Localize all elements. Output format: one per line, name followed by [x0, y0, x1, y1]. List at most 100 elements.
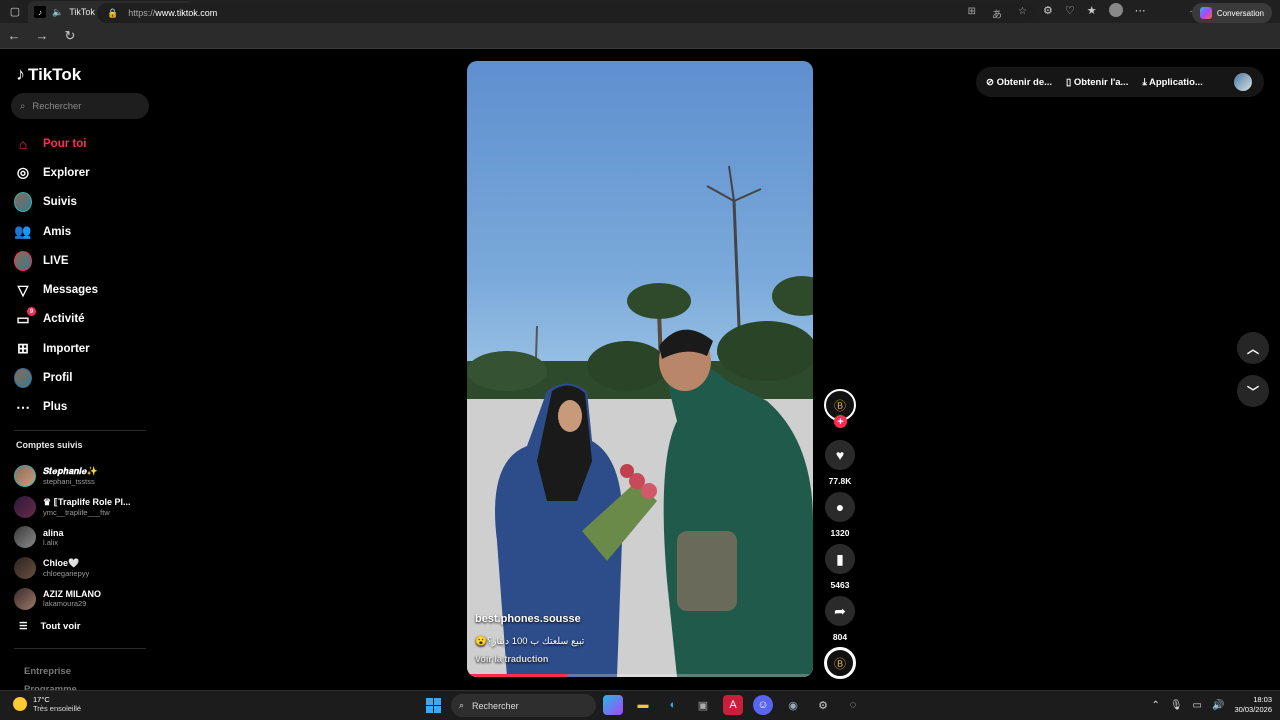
- browser-essentials-icon[interactable]: ♡: [1065, 4, 1075, 17]
- windows-start-icon[interactable]: [426, 698, 441, 713]
- copilot-app-icon[interactable]: [603, 695, 623, 715]
- music-disc[interactable]: Ⓑ: [824, 647, 856, 679]
- nav-activity[interactable]: ▭ 9 Activité: [14, 305, 98, 334]
- chevron-up-icon[interactable]: ⌃: [1151, 700, 1159, 711]
- download-app-button[interactable]: ⤓ Applicatio...: [1142, 77, 1202, 88]
- tiktok-note-icon: ♪: [16, 64, 25, 84]
- nav-following[interactable]: Suivis: [14, 188, 98, 217]
- account-handle: l.alix: [43, 537, 59, 547]
- menu-dots-icon[interactable]: ⋯: [1135, 4, 1146, 17]
- account-item[interactable]: alina l.alix: [14, 522, 131, 553]
- chevron-up-icon: ︿: [1246, 341, 1259, 356]
- search-input[interactable]: ⌕ Rechercher: [11, 93, 149, 119]
- nav-explore[interactable]: ◎ Explorer: [14, 158, 98, 187]
- steam-icon[interactable]: ◉: [783, 695, 803, 715]
- sun-icon: [13, 697, 27, 711]
- like-count: 77.8K: [828, 476, 852, 486]
- store-icon[interactable]: ▣: [693, 695, 713, 715]
- nav-profile[interactable]: Profil: [14, 363, 98, 392]
- friends-icon: 👥: [14, 223, 32, 240]
- account-item[interactable]: Chloe🤍 chloegariepyy: [14, 553, 131, 584]
- url-prefix: https://: [128, 8, 156, 18]
- browser-profile-icon[interactable]: [1108, 3, 1123, 17]
- weather-desc: Très ensoleillé: [33, 704, 82, 713]
- refresh-icon[interactable]: ↻: [56, 23, 84, 49]
- nav-label: Activité: [43, 313, 85, 326]
- following-title: Comptes suivis: [16, 440, 83, 450]
- tab-actions-icon[interactable]: ▢: [0, 0, 30, 23]
- forward-icon[interactable]: →: [28, 23, 56, 49]
- favorites-icon[interactable]: ★: [1087, 4, 1097, 17]
- file-explorer-icon[interactable]: ▬: [633, 695, 653, 715]
- nav-label: Pour toi: [43, 137, 87, 150]
- nav-messages[interactable]: ▽ Messages: [14, 275, 98, 304]
- activity-icon: ▭ 9: [14, 307, 36, 328]
- copilot-button[interactable]: Conversation: [1191, 3, 1272, 23]
- weather-widget[interactable]: 17°C Très ensoleillé: [13, 695, 81, 713]
- settings-gear-icon[interactable]: ⚙: [813, 695, 833, 715]
- nav-for-you[interactable]: ⌂ Pour toi: [14, 129, 98, 158]
- nav-live[interactable]: LIVE: [14, 246, 98, 275]
- system-app-icon[interactable]: ◌: [843, 695, 863, 715]
- comment-icon: ●: [835, 499, 845, 515]
- comment-button[interactable]: ●: [825, 492, 855, 522]
- lock-icon[interactable]: 🔒: [107, 8, 118, 19]
- microphone-icon[interactable]: 🎙: [1170, 700, 1183, 711]
- video-progress-bar[interactable]: [467, 674, 813, 677]
- url-field[interactable]: 🔒 https://www.tiktok.com ⊞ あ ☆: [97, 3, 1035, 23]
- save-button[interactable]: ▮: [825, 544, 855, 574]
- video-player[interactable]: best.phones.sousse تبيع سلعتك ب 100 دينا…: [467, 61, 813, 677]
- pinned-apps: ▬ ◐ ▣ A ☺ ◉ ⚙ ◌: [603, 695, 863, 715]
- favorite-star-icon[interactable]: ☆: [1018, 6, 1027, 21]
- account-item[interactable]: 𝑺𝒕𝒆𝒑𝒉𝒂𝒏𝒊𝒆✨ stephani_tsstss: [14, 461, 131, 492]
- account-avatar: [14, 526, 36, 549]
- display-icon[interactable]: ▭: [1193, 700, 1202, 711]
- back-icon[interactable]: ←: [0, 23, 28, 49]
- app-install-icon[interactable]: ⊞: [968, 6, 976, 21]
- translate-icon[interactable]: あ: [992, 6, 1002, 21]
- url-host: www.tiktok.com: [155, 8, 218, 18]
- copilot-icon: [1199, 7, 1212, 19]
- speaker-icon[interactable]: 🔈: [52, 7, 63, 18]
- nav-label: Explorer: [43, 166, 90, 179]
- get-app-button[interactable]: ▯ Obtenir l'a...: [1066, 77, 1128, 88]
- volume-icon[interactable]: 🔊: [1212, 700, 1224, 711]
- avatar-icon: [14, 192, 32, 213]
- tiktok-logo[interactable]: ♪ TikTok: [16, 64, 81, 85]
- account-name: 𝑺𝒕𝒆𝒑𝒉𝒂𝒏𝒊𝒆✨: [43, 466, 99, 477]
- user-avatar[interactable]: [1234, 73, 1252, 91]
- share-count: 804: [832, 632, 848, 642]
- system-tray: ⌃ 🎙 ▭ 🔊 18:03 30/03/2026: [1151, 695, 1272, 715]
- extensions-icon[interactable]: ⚙: [1043, 4, 1053, 17]
- taskbar-search[interactable]: ⌕ Rechercher: [451, 694, 596, 717]
- like-button[interactable]: ♥: [825, 440, 855, 470]
- next-video-button[interactable]: ﹀: [1237, 375, 1269, 407]
- clock[interactable]: 18:03 30/03/2026: [1234, 695, 1272, 715]
- follow-plus-icon[interactable]: +: [834, 415, 847, 428]
- nav-friends[interactable]: 👥 Amis: [14, 217, 98, 246]
- account-item[interactable]: AZIZ MILANO lakamoura29: [14, 583, 131, 614]
- adobe-app-icon[interactable]: A: [723, 695, 743, 715]
- edge-browser-icon[interactable]: ◐: [663, 695, 683, 715]
- get-coins-button[interactable]: ⊘ Obtenir de...: [986, 77, 1052, 88]
- footer-link-entreprise[interactable]: Entreprise: [24, 663, 77, 681]
- see-translation-link[interactable]: Voir la traduction: [475, 654, 548, 664]
- discord-icon[interactable]: ☺: [753, 695, 773, 715]
- account-name: Chloe🤍: [43, 558, 80, 569]
- nav-label: Importer: [43, 342, 90, 355]
- account-handle: ymc__traplife___ftw: [43, 507, 110, 517]
- share-button[interactable]: ➦: [825, 596, 855, 626]
- nav-label: Suivis: [43, 196, 77, 209]
- account-item[interactable]: ♛ ⟦Traplife Role Pl... ymc__traplife___ft…: [14, 492, 131, 523]
- video-username[interactable]: best.phones.sousse: [475, 613, 581, 625]
- account-name: alina: [43, 527, 64, 538]
- see-all-button[interactable]: ☰ Tout voir: [19, 621, 80, 632]
- video-description: تبيع سلعتك ب 100 دينار؟😮: [475, 636, 585, 647]
- compass-icon: ◎: [16, 164, 30, 181]
- sidebar: ♪ TikTok ⌕ Rechercher ⌂ Pour toi ◎ Explo…: [0, 50, 160, 695]
- share-icon: ➦: [834, 602, 846, 619]
- nav-more[interactable]: ⋯ Plus: [14, 393, 98, 422]
- address-bar-row: ← → ↻: [0, 23, 1280, 49]
- nav-upload[interactable]: ⊞ Importer: [14, 334, 98, 363]
- previous-video-button[interactable]: ︿: [1237, 332, 1269, 364]
